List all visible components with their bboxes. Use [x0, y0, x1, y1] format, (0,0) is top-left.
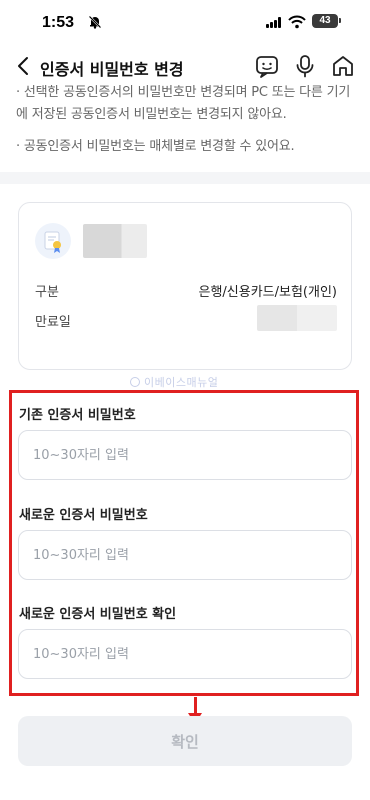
bell-muted-icon [88, 15, 102, 29]
certificate-card: 구분 은행/신용카드/보험(개인) 만료일 [18, 202, 352, 370]
certificate-type-row: 구분 은행/신용카드/보험(개인) [35, 281, 337, 300]
notice-item: · 공동인증서 비밀번호는 매체별로 변경할 수 있어요. [16, 139, 295, 154]
watermark-logo-icon [130, 377, 140, 387]
page-title: 인증서 비밀번호 변경 [40, 60, 184, 79]
home-icon[interactable] [330, 53, 356, 79]
certificate-type-label: 구분 [35, 285, 59, 300]
status-time: 1:53 [42, 14, 75, 31]
certificate-name-redacted [83, 224, 147, 258]
status-bar: 1:53 43 [0, 0, 370, 44]
battery-icon: 43 [312, 14, 338, 28]
certificate-expiry-label: 만료일 [35, 315, 71, 330]
chatbot-icon[interactable] [254, 53, 280, 79]
certificate-expiry-row: 만료일 [35, 305, 337, 331]
wifi-icon [288, 15, 306, 29]
new-password-label: 새로운 인증서 비밀번호 [19, 508, 148, 523]
watermark-text: 이베이스매뉴얼 [144, 376, 219, 389]
confirm-button[interactable]: 확인 [18, 716, 352, 766]
watermark: 이베이스매뉴얼 [130, 374, 218, 390]
certificate-icon [35, 223, 71, 259]
back-button[interactable] [12, 54, 36, 78]
current-password-input[interactable] [18, 430, 352, 480]
notice-list: · 선택한 공동인증서의 비밀번호만 변경되며 PC 또는 다른 기기에 저장된… [16, 82, 356, 158]
confirm-password-input[interactable] [18, 629, 352, 679]
new-password-input[interactable] [18, 530, 352, 580]
battery-tip [339, 18, 341, 23]
certificate-expiry-redacted [257, 305, 337, 331]
notice-item: · 선택한 공동인증서의 비밀번호만 변경되며 PC 또는 다른 기기에 저장된… [16, 85, 351, 122]
certificate-type-value: 은행/신용카드/보험(개인) [198, 285, 337, 300]
microphone-icon[interactable] [292, 53, 318, 79]
section-divider [0, 172, 370, 184]
confirm-password-label: 새로운 인증서 비밀번호 확인 [19, 607, 177, 622]
current-password-label: 기존 인증서 비밀번호 [19, 408, 136, 423]
